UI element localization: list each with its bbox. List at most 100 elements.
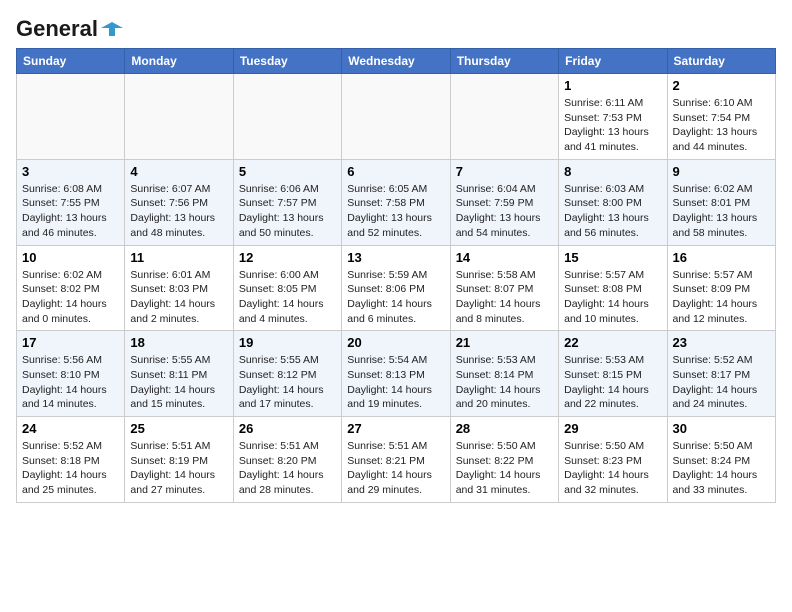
calendar-cell: 23 Sunrise: 5:52 AMSunset: 8:17 PMDayligh…	[667, 331, 775, 417]
page-header: General	[16, 16, 776, 38]
calendar-cell: 3 Sunrise: 6:08 AMSunset: 7:55 PMDaylight…	[17, 159, 125, 245]
calendar-week-1: 1 Sunrise: 6:11 AMSunset: 7:53 PMDaylight…	[17, 74, 776, 160]
day-info: Sunrise: 6:04 AMSunset: 7:59 PMDaylight:…	[456, 182, 553, 241]
day-number: 26	[239, 421, 336, 436]
day-info: Sunrise: 5:50 AMSunset: 8:24 PMDaylight:…	[673, 439, 770, 498]
day-info: Sunrise: 6:06 AMSunset: 7:57 PMDaylight:…	[239, 182, 336, 241]
day-info: Sunrise: 5:50 AMSunset: 8:23 PMDaylight:…	[564, 439, 661, 498]
calendar-cell: 26 Sunrise: 5:51 AMSunset: 8:20 PMDayligh…	[233, 417, 341, 503]
day-number: 12	[239, 250, 336, 265]
calendar-cell: 4 Sunrise: 6:07 AMSunset: 7:56 PMDaylight…	[125, 159, 233, 245]
day-number: 19	[239, 335, 336, 350]
day-info: Sunrise: 5:55 AMSunset: 8:11 PMDaylight:…	[130, 353, 227, 412]
day-number: 13	[347, 250, 444, 265]
day-info: Sunrise: 5:53 AMSunset: 8:15 PMDaylight:…	[564, 353, 661, 412]
calendar-cell: 11Sunrise: 6:01 AMSunset: 8:03 PMDayligh…	[125, 245, 233, 331]
day-number: 29	[564, 421, 661, 436]
calendar-cell: 5 Sunrise: 6:06 AMSunset: 7:57 PMDaylight…	[233, 159, 341, 245]
day-number: 11	[130, 250, 227, 265]
day-number: 14	[456, 250, 553, 265]
calendar-cell: 21 Sunrise: 5:53 AMSunset: 8:14 PMDayligh…	[450, 331, 558, 417]
day-info: Sunrise: 6:10 AMSunset: 7:54 PMDaylight:…	[673, 96, 770, 155]
day-info: Sunrise: 5:52 AMSunset: 8:18 PMDaylight:…	[22, 439, 119, 498]
calendar-week-4: 17 Sunrise: 5:56 AMSunset: 8:10 PMDayligh…	[17, 331, 776, 417]
calendar-week-5: 24 Sunrise: 5:52 AMSunset: 8:18 PMDayligh…	[17, 417, 776, 503]
calendar-cell: 19 Sunrise: 5:55 AMSunset: 8:12 PMDayligh…	[233, 331, 341, 417]
day-number: 24	[22, 421, 119, 436]
day-number: 30	[673, 421, 770, 436]
day-number: 5	[239, 164, 336, 179]
day-info: Sunrise: 5:57 AMSunset: 8:09 PMDaylight:…	[673, 268, 770, 327]
calendar-cell: 30 Sunrise: 5:50 AMSunset: 8:24 PMDayligh…	[667, 417, 775, 503]
day-info: Sunrise: 6:11 AMSunset: 7:53 PMDaylight:…	[564, 96, 661, 155]
col-header-sunday: Sunday	[17, 49, 125, 74]
day-info: Sunrise: 5:51 AMSunset: 8:21 PMDaylight:…	[347, 439, 444, 498]
day-number: 3	[22, 164, 119, 179]
calendar-cell	[125, 74, 233, 160]
calendar-cell: 8 Sunrise: 6:03 AMSunset: 8:00 PMDaylight…	[559, 159, 667, 245]
day-info: Sunrise: 5:56 AMSunset: 8:10 PMDaylight:…	[22, 353, 119, 412]
calendar-cell	[233, 74, 341, 160]
day-number: 25	[130, 421, 227, 436]
day-info: Sunrise: 6:00 AMSunset: 8:05 PMDaylight:…	[239, 268, 336, 327]
calendar-cell: 6Sunrise: 6:05 AMSunset: 7:58 PMDaylight…	[342, 159, 450, 245]
calendar-week-3: 10Sunrise: 6:02 AMSunset: 8:02 PMDayligh…	[17, 245, 776, 331]
day-number: 17	[22, 335, 119, 350]
day-number: 10	[22, 250, 119, 265]
day-number: 23	[673, 335, 770, 350]
day-number: 1	[564, 78, 661, 93]
day-info: Sunrise: 5:51 AMSunset: 8:19 PMDaylight:…	[130, 439, 227, 498]
day-info: Sunrise: 6:05 AMSunset: 7:58 PMDaylight:…	[347, 182, 444, 241]
calendar-cell: 16 Sunrise: 5:57 AMSunset: 8:09 PMDayligh…	[667, 245, 775, 331]
calendar-cell: 18 Sunrise: 5:55 AMSunset: 8:11 PMDayligh…	[125, 331, 233, 417]
day-number: 2	[673, 78, 770, 93]
day-number: 4	[130, 164, 227, 179]
day-info: Sunrise: 6:07 AMSunset: 7:56 PMDaylight:…	[130, 182, 227, 241]
calendar-cell	[342, 74, 450, 160]
day-number: 16	[673, 250, 770, 265]
calendar-cell	[17, 74, 125, 160]
day-number: 28	[456, 421, 553, 436]
day-info: Sunrise: 5:58 AMSunset: 8:07 PMDaylight:…	[456, 268, 553, 327]
day-info: Sunrise: 6:03 AMSunset: 8:00 PMDaylight:…	[564, 182, 661, 241]
calendar-cell: 10Sunrise: 6:02 AMSunset: 8:02 PMDayligh…	[17, 245, 125, 331]
day-number: 8	[564, 164, 661, 179]
day-info: Sunrise: 5:59 AMSunset: 8:06 PMDaylight:…	[347, 268, 444, 327]
day-info: Sunrise: 5:55 AMSunset: 8:12 PMDaylight:…	[239, 353, 336, 412]
calendar-cell: 20Sunrise: 5:54 AMSunset: 8:13 PMDayligh…	[342, 331, 450, 417]
day-info: Sunrise: 5:52 AMSunset: 8:17 PMDaylight:…	[673, 353, 770, 412]
day-info: Sunrise: 5:50 AMSunset: 8:22 PMDaylight:…	[456, 439, 553, 498]
day-number: 15	[564, 250, 661, 265]
calendar-cell: 22Sunrise: 5:53 AMSunset: 8:15 PMDayligh…	[559, 331, 667, 417]
calendar-cell: 25 Sunrise: 5:51 AMSunset: 8:19 PMDayligh…	[125, 417, 233, 503]
calendar-cell: 1 Sunrise: 6:11 AMSunset: 7:53 PMDaylight…	[559, 74, 667, 160]
calendar-cell: 17 Sunrise: 5:56 AMSunset: 8:10 PMDayligh…	[17, 331, 125, 417]
col-header-thursday: Thursday	[450, 49, 558, 74]
day-number: 27	[347, 421, 444, 436]
day-number: 18	[130, 335, 227, 350]
day-info: Sunrise: 5:51 AMSunset: 8:20 PMDaylight:…	[239, 439, 336, 498]
calendar-cell: 24 Sunrise: 5:52 AMSunset: 8:18 PMDayligh…	[17, 417, 125, 503]
day-number: 9	[673, 164, 770, 179]
calendar-cell: 15 Sunrise: 5:57 AMSunset: 8:08 PMDayligh…	[559, 245, 667, 331]
col-header-monday: Monday	[125, 49, 233, 74]
day-info: Sunrise: 6:08 AMSunset: 7:55 PMDaylight:…	[22, 182, 119, 241]
col-header-friday: Friday	[559, 49, 667, 74]
calendar-cell: 13 Sunrise: 5:59 AMSunset: 8:06 PMDayligh…	[342, 245, 450, 331]
day-info: Sunrise: 5:57 AMSunset: 8:08 PMDaylight:…	[564, 268, 661, 327]
calendar-header-row: SundayMondayTuesdayWednesdayThursdayFrid…	[17, 49, 776, 74]
calendar-cell: 12 Sunrise: 6:00 AMSunset: 8:05 PMDayligh…	[233, 245, 341, 331]
logo-general: General	[16, 16, 98, 42]
day-number: 21	[456, 335, 553, 350]
calendar-cell: 2 Sunrise: 6:10 AMSunset: 7:54 PMDaylight…	[667, 74, 775, 160]
day-info: Sunrise: 5:54 AMSunset: 8:13 PMDaylight:…	[347, 353, 444, 412]
col-header-wednesday: Wednesday	[342, 49, 450, 74]
calendar-table: SundayMondayTuesdayWednesdayThursdayFrid…	[16, 48, 776, 503]
day-number: 7	[456, 164, 553, 179]
logo-bird-icon	[101, 18, 123, 40]
calendar-cell: 7 Sunrise: 6:04 AMSunset: 7:59 PMDaylight…	[450, 159, 558, 245]
calendar-cell: 29 Sunrise: 5:50 AMSunset: 8:23 PMDayligh…	[559, 417, 667, 503]
day-info: Sunrise: 5:53 AMSunset: 8:14 PMDaylight:…	[456, 353, 553, 412]
calendar-cell	[450, 74, 558, 160]
day-info: Sunrise: 6:02 AMSunset: 8:01 PMDaylight:…	[673, 182, 770, 241]
